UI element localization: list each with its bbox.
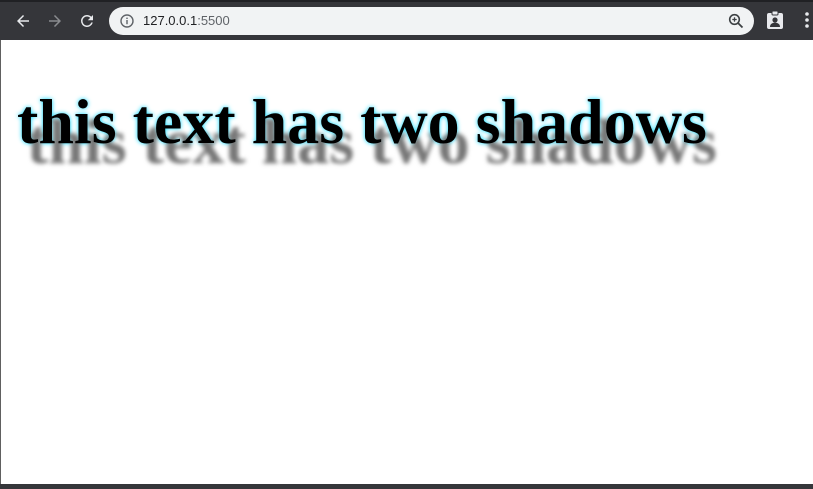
arrow-right-icon: [49, 15, 61, 27]
url-port: :5500: [197, 13, 230, 28]
page-viewport: this text has two shadows: [0, 40, 813, 484]
clipboard-person-icon[interactable]: [766, 10, 784, 30]
address-bar[interactable]: 127.0.0.1:5500: [109, 7, 754, 35]
reload-button[interactable]: [74, 8, 100, 34]
arrow-left-icon: [17, 15, 29, 27]
window-top-edge: [0, 0, 813, 2]
reload-icon: [80, 14, 93, 27]
back-button[interactable]: [10, 8, 36, 34]
browser-window: 127.0.0.1:5500 this text has two shadows: [0, 0, 813, 489]
kebab-menu-icon[interactable]: [801, 11, 811, 29]
url-text[interactable]: 127.0.0.1:5500: [143, 13, 230, 29]
info-icon[interactable]: [120, 14, 134, 28]
forward-button[interactable]: [42, 8, 68, 34]
window-bottom-edge: [0, 484, 813, 489]
url-host: 127.0.0.1: [143, 13, 198, 28]
zoom-in-icon[interactable]: [728, 13, 744, 29]
page-heading: this text has two shadows: [17, 86, 707, 157]
browser-toolbar: 127.0.0.1:5500: [0, 0, 813, 40]
